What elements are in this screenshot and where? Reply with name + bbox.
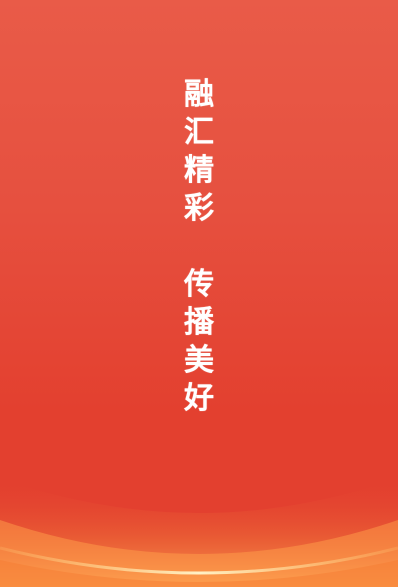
slogan-char: 汇 — [184, 115, 214, 150]
slogan-char: 彩 — [184, 191, 214, 226]
slogan-char: 融 — [184, 77, 214, 112]
slogan-char: 美 — [184, 343, 214, 378]
slogan-char: 播 — [184, 305, 214, 340]
slogan: 融 汇 精 彩 传 播 美 好 — [0, 76, 398, 418]
slogan-line-1: 融 汇 精 彩 — [180, 76, 218, 228]
slogan-char: 传 — [184, 267, 214, 302]
slogan-char: 好 — [184, 381, 214, 416]
splash-screen: 融 汇 精 彩 传 播 美 好 — [0, 0, 398, 587]
slogan-char: 精 — [184, 153, 214, 188]
slogan-line-2: 传 播 美 好 — [180, 266, 218, 418]
